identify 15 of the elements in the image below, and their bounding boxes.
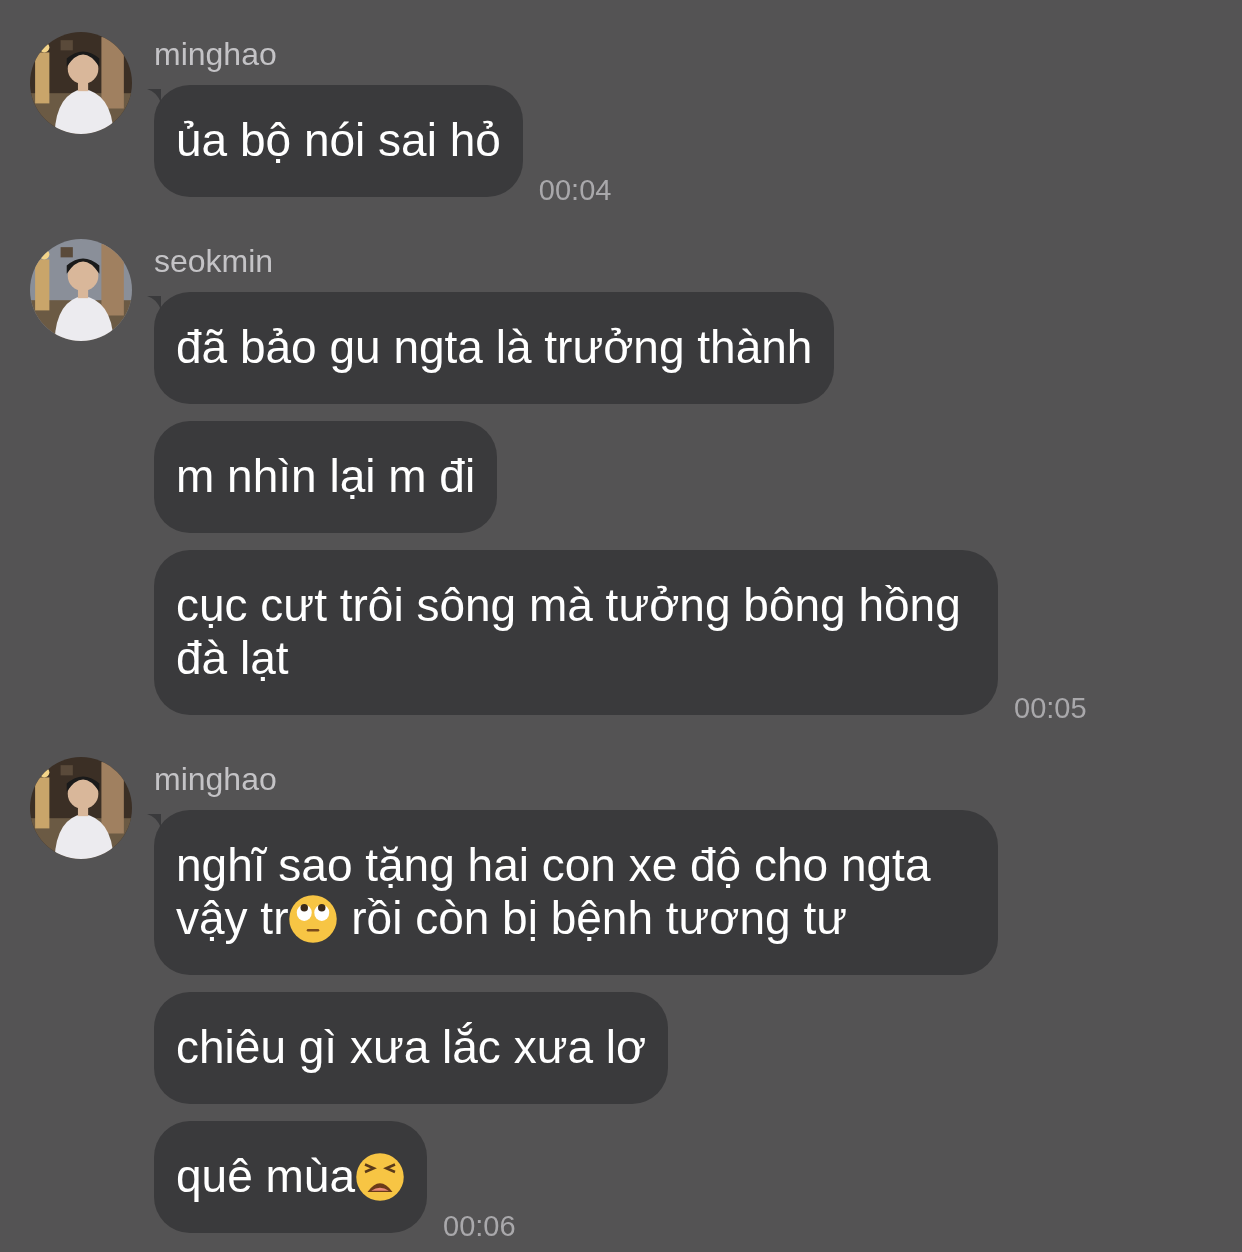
message-text: ủa bộ nói sai hỏ bbox=[176, 114, 501, 167]
message-text: đã bảo gu ngta là trưởng thành bbox=[176, 321, 813, 374]
message-text: quê mùa bbox=[176, 1150, 405, 1203]
sender-name: minghao bbox=[154, 760, 278, 799]
message-text: cục cưt trôi sông mà tưởng bông hồng đà lạt bbox=[176, 579, 962, 685]
message-text: chiêu gì xưa lắc xưa lơ bbox=[176, 1021, 647, 1074]
eye-roll-emoji-icon bbox=[288, 894, 339, 944]
message-text: m nhìn lại m đi bbox=[176, 450, 476, 503]
message-time: 00:04 bbox=[538, 175, 612, 205]
sender-name: seokmin bbox=[154, 242, 275, 281]
weary-emoji-icon bbox=[355, 1152, 405, 1202]
sender-name: minghao bbox=[154, 35, 278, 74]
message-time: 00:05 bbox=[1014, 693, 1087, 723]
message-time: 00:06 bbox=[443, 1211, 516, 1241]
message-text: nghĩ sao tặng hai con xe độ cho ngta vậy tr rồi còn bị bệnh tương tư bbox=[176, 839, 932, 945]
